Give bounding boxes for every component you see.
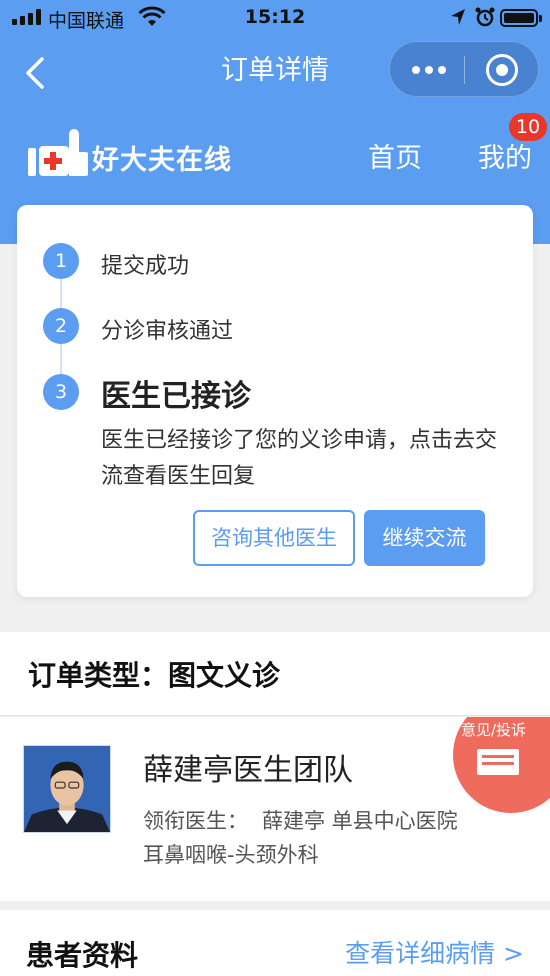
location-icon xyxy=(451,9,465,25)
step-number-2: 2 xyxy=(43,308,79,344)
step-number-1: 1 xyxy=(43,243,79,279)
view-detail-link[interactable]: 查看详细病情 > xyxy=(345,934,524,970)
lead-doctor-label: 领衔医生： xyxy=(143,809,248,833)
capsule-divider xyxy=(464,56,465,84)
nav-home-link[interactable]: 首页 xyxy=(368,136,422,175)
feedback-button[interactable]: 意见/投诉 xyxy=(453,717,550,813)
feedback-label: 意见/投诉 xyxy=(461,721,527,739)
step-number-3: 3 xyxy=(43,374,79,410)
step-label-3: 医生已接诊 xyxy=(101,379,251,414)
patient-section: 患者资料 查看详细病情 > xyxy=(0,910,550,976)
complaint-form-icon xyxy=(477,749,519,775)
clock: 15:12 xyxy=(244,6,306,28)
thumbs-up-logo-icon xyxy=(28,129,88,176)
close-mini-program-icon[interactable] xyxy=(486,54,518,86)
mini-program-capsule xyxy=(389,41,539,97)
status-bar: 中国联通 15:12 xyxy=(0,0,550,36)
doctor-avatar xyxy=(23,745,111,833)
brand-name: 好大夫在线 xyxy=(92,145,232,176)
doctor-department: 耳鼻咽喉-头颈外科 xyxy=(143,843,319,867)
more-icon[interactable] xyxy=(412,66,446,74)
continue-chat-button[interactable]: 继续交流 xyxy=(364,510,485,566)
lead-doctor-value: 薛建亭 单县中心医院 xyxy=(262,809,458,833)
order-type-section: 订单类型：图文义诊 xyxy=(0,632,550,716)
battery-icon xyxy=(500,9,542,27)
alarm-icon xyxy=(475,7,495,27)
lead-doctor-info: 领衔医生： 薛建亭 单县中心医院 xyxy=(143,805,458,835)
consult-other-doctor-button[interactable]: 咨询其他医生 xyxy=(193,510,355,566)
doctor-section[interactable]: 薛建亭医生团队 领衔医生： 薛建亭 单县中心医院 耳鼻咽喉-头颈外科 意见/投诉 xyxy=(0,717,550,901)
notification-badge: 10 xyxy=(509,113,547,141)
doctor-team-name: 薛建亭医生团队 xyxy=(143,753,353,788)
nav-mine-link[interactable]: 我的 xyxy=(478,136,532,175)
step-label-1: 提交成功 xyxy=(101,254,190,279)
patient-info-title: 患者资料 xyxy=(26,939,139,972)
step-description: 医生已经接诊了您的义诊申请，点击去交流查看医生回复 xyxy=(101,428,498,489)
order-status-card: 1 提交成功 2 分诊审核通过 3 医生已接诊 医生已经接诊了您的义诊申请，点击… xyxy=(17,205,533,597)
order-type-label: 订单类型：图文义诊 xyxy=(28,659,281,692)
step-label-2: 分诊审核通过 xyxy=(101,319,234,344)
